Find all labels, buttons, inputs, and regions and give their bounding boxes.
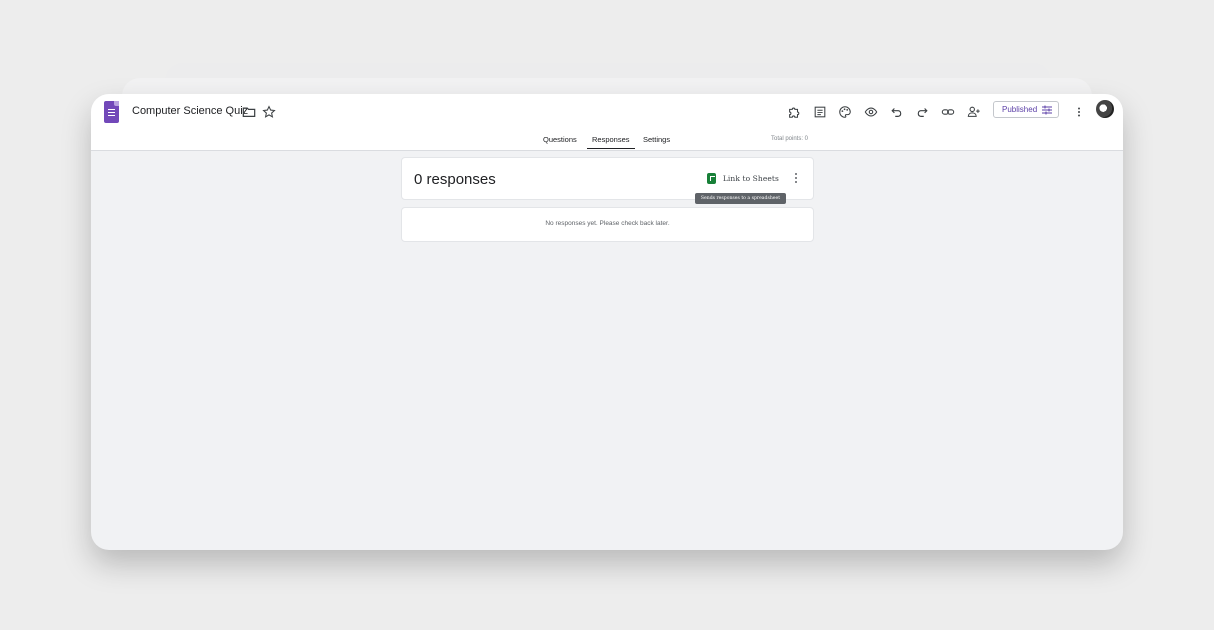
published-button[interactable]: Published [993, 101, 1059, 118]
more-vert-icon[interactable] [1069, 102, 1089, 122]
publish-settings-icon [1042, 105, 1052, 115]
link-icon[interactable] [938, 102, 958, 122]
published-label: Published [1002, 105, 1038, 114]
top-bar: Computer Science Quiz Published Question… [91, 94, 1123, 151]
folder-icon[interactable] [239, 102, 259, 122]
palette-icon[interactable] [835, 102, 855, 122]
link-to-sheets-label: Link to Sheets [722, 174, 779, 183]
forms-window: Computer Science Quiz Published Question… [91, 94, 1123, 550]
form-title[interactable]: Computer Science Quiz [132, 105, 248, 117]
add-person-icon[interactable] [964, 102, 984, 122]
tab-questions[interactable]: Questions [543, 135, 577, 144]
avatar[interactable] [1096, 100, 1114, 118]
more-options-icon[interactable] [791, 171, 801, 185]
tab-bar: Questions Responses Settings Total point… [91, 134, 1123, 150]
responses-empty-card: No responses yet. Please check back late… [401, 207, 814, 242]
tooltip: Sends responses to a spreadsheet [695, 193, 786, 204]
screenshot-stage: Computer Science Quiz Published Question… [0, 0, 1214, 630]
responses-count: 0 responses [414, 171, 496, 188]
star-icon[interactable] [259, 102, 279, 122]
total-points: Total points: 0 [771, 136, 809, 142]
notes-icon[interactable] [810, 102, 830, 122]
empty-state-message: No responses yet. Please check back late… [545, 220, 670, 227]
tab-settings[interactable]: Settings [643, 135, 670, 144]
preview-eye-icon[interactable] [861, 102, 881, 122]
link-to-sheets-button[interactable]: Link to Sheets [699, 169, 779, 188]
tab-responses[interactable]: Responses [587, 135, 635, 149]
puzzle-icon[interactable] [784, 102, 804, 122]
undo-icon[interactable] [887, 102, 907, 122]
redo-icon[interactable] [912, 102, 932, 122]
google-forms-icon[interactable] [104, 101, 119, 123]
google-sheets-icon [707, 173, 716, 184]
